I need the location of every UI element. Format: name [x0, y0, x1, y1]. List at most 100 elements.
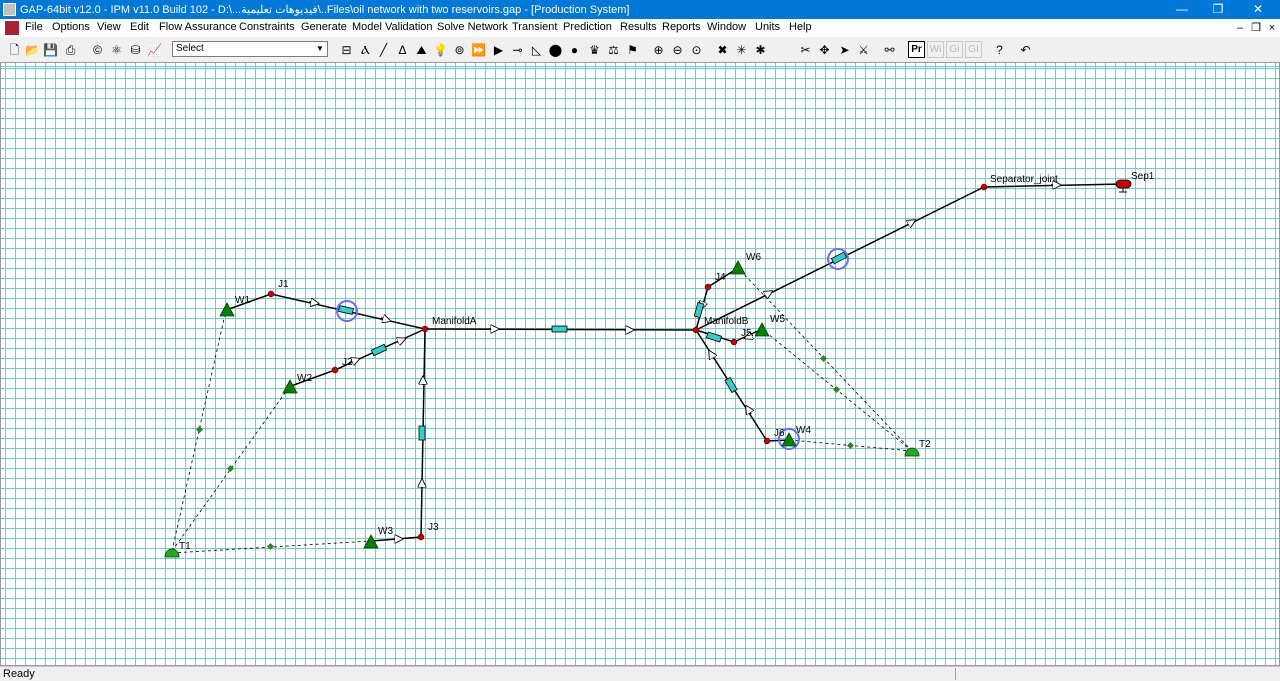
- menu-window[interactable]: Window: [707, 21, 746, 33]
- joint-j2[interactable]: [331, 366, 339, 374]
- joint-j5[interactable]: [730, 338, 738, 346]
- joint-icon[interactable]: Δ: [394, 41, 411, 58]
- pipe-icon[interactable]: ╱: [375, 41, 392, 58]
- minimize-button[interactable]: —: [1164, 0, 1200, 19]
- menu-units[interactable]: Units: [755, 21, 780, 33]
- well-w6[interactable]: [730, 260, 746, 275]
- pump-icon[interactable]: ⏩: [470, 41, 487, 58]
- pipe-w4-manifoldb[interactable]: [695, 329, 791, 442]
- tank-t2[interactable]: [904, 447, 920, 457]
- colors-icon[interactable]: ⬤: [547, 41, 564, 58]
- menu-edit[interactable]: Edit: [130, 21, 149, 33]
- cut-icon[interactable]: ✂: [797, 41, 814, 58]
- inline-element[interactable]: [724, 376, 738, 394]
- pipe-w3-manifolda[interactable]: [370, 328, 426, 542]
- well-icon[interactable]: Ⲁ: [357, 41, 374, 58]
- zoom-out-icon[interactable]: ⊖: [669, 41, 686, 58]
- inline-element[interactable]: [705, 331, 723, 343]
- delete-icon[interactable]: ✖: [714, 41, 731, 58]
- choke-icon[interactable]: ⊸: [509, 41, 526, 58]
- separator-joint[interactable]: [980, 183, 988, 191]
- zoom-in-icon[interactable]: ⊕: [650, 41, 667, 58]
- child-minimize-button[interactable]: –: [1232, 20, 1248, 36]
- print-icon[interactable]: ⎙: [62, 41, 79, 58]
- pipe-w1-manifolda[interactable]: [228, 293, 426, 330]
- separator-sep1[interactable]: [1115, 179, 1132, 193]
- play-icon[interactable]: ▶: [490, 41, 507, 58]
- star-icon[interactable]: ✳: [733, 41, 750, 58]
- unlink-icon[interactable]: ⚔: [855, 41, 872, 58]
- wells: [219, 260, 797, 549]
- new-icon[interactable]: 🗋: [6, 41, 23, 58]
- menu-file[interactable]: File: [25, 21, 43, 33]
- chart-icon[interactable]: 📈: [146, 41, 163, 58]
- well-w1[interactable]: [219, 302, 235, 317]
- inline-icon[interactable]: ⛰: [413, 41, 430, 58]
- wi-button[interactable]: Wi: [927, 41, 944, 58]
- move-icon[interactable]: ✥: [816, 41, 833, 58]
- menu-constraints[interactable]: Constraints: [239, 21, 295, 33]
- pointer-icon[interactable]: ➤: [836, 41, 853, 58]
- inline-element[interactable]: [551, 325, 568, 333]
- network-icon[interactable]: ⚛: [108, 41, 125, 58]
- gi-button[interactable]: Gi: [946, 41, 963, 58]
- open-icon[interactable]: 📂: [24, 41, 41, 58]
- restore-button[interactable]: ❐: [1200, 0, 1236, 19]
- network-diagram[interactable]: W1 W2 W3 W4 W5 W6 J1 J2 J3 J4 J5 J6 T1 T…: [1, 63, 1279, 665]
- app-icon[interactable]: [3, 3, 16, 16]
- separator-icon[interactable]: ⊟: [338, 41, 355, 58]
- undo-icon[interactable]: ↶: [1017, 41, 1034, 58]
- menu-reports[interactable]: Reports: [662, 21, 701, 33]
- inline-element[interactable]: [418, 425, 426, 441]
- close-button[interactable]: ✕: [1240, 0, 1276, 19]
- joint-j3[interactable]: [417, 533, 425, 541]
- menu-flow-assurance[interactable]: Flow Assurance: [159, 21, 237, 33]
- menu-model-validation[interactable]: Model Validation: [352, 21, 433, 33]
- triangle-icon[interactable]: ◺: [528, 41, 545, 58]
- zoom-fit-icon[interactable]: ⊙: [688, 41, 705, 58]
- document-icon[interactable]: [5, 21, 19, 35]
- tank-t1[interactable]: [164, 548, 180, 558]
- menu-solve-network[interactable]: Solve Network: [437, 21, 508, 33]
- blank-icon[interactable]: [771, 41, 788, 58]
- inline-element[interactable]: [693, 301, 705, 319]
- inline-element[interactable]: [338, 305, 354, 315]
- manifold-a[interactable]: [421, 325, 429, 333]
- menu-help[interactable]: Help: [789, 21, 812, 33]
- valve-icon[interactable]: 💡: [432, 41, 449, 58]
- chevron-down-icon[interactable]: ▼: [314, 43, 326, 55]
- manifold-b[interactable]: [692, 326, 700, 334]
- pr-button[interactable]: Pr: [908, 41, 925, 58]
- tank-icon[interactable]: ⛁: [127, 41, 144, 58]
- cross-icon[interactable]: ✱: [752, 41, 769, 58]
- group-icon[interactable]: ⚑: [624, 41, 641, 58]
- menu-results[interactable]: Results: [620, 21, 657, 33]
- child-restore-button[interactable]: ❐: [1248, 20, 1264, 36]
- binoculars-icon[interactable]: ⚯: [881, 41, 898, 58]
- network-canvas[interactable]: W1 W2 W3 W4 W5 W6 J1 J2 J3 J4 J5 J6 T1 T…: [0, 62, 1280, 666]
- joint-j6[interactable]: [763, 437, 771, 445]
- bag-icon[interactable]: ⚖: [605, 41, 622, 58]
- well-w2[interactable]: [282, 379, 298, 394]
- gi2-button[interactable]: GI: [965, 41, 982, 58]
- menu-options[interactable]: Options: [52, 21, 90, 33]
- joint-j4[interactable]: [704, 283, 712, 291]
- inline-element[interactable]: [370, 343, 388, 357]
- copyright-icon[interactable]: ©: [89, 41, 106, 58]
- node-icon[interactable]: ●: [566, 41, 583, 58]
- menu-transient[interactable]: Transient: [512, 21, 557, 33]
- save-icon[interactable]: 💾: [42, 41, 59, 58]
- menu-view[interactable]: View: [97, 21, 121, 33]
- joint-j1[interactable]: [267, 290, 275, 298]
- help-icon[interactable]: ?: [991, 41, 1008, 58]
- compressor-icon[interactable]: ⊚: [451, 41, 468, 58]
- menu-prediction[interactable]: Prediction: [563, 21, 612, 33]
- label-j1: J1: [278, 279, 289, 290]
- crown-icon[interactable]: ♛: [586, 41, 603, 58]
- mode-select[interactable]: Select ▼: [172, 41, 328, 57]
- label-sep1: Sep1: [1131, 171, 1155, 182]
- menu-generate[interactable]: Generate: [301, 21, 347, 33]
- well-w5[interactable]: [754, 322, 770, 337]
- inline-element[interactable]: [830, 251, 848, 265]
- child-close-button[interactable]: ×: [1264, 20, 1280, 36]
